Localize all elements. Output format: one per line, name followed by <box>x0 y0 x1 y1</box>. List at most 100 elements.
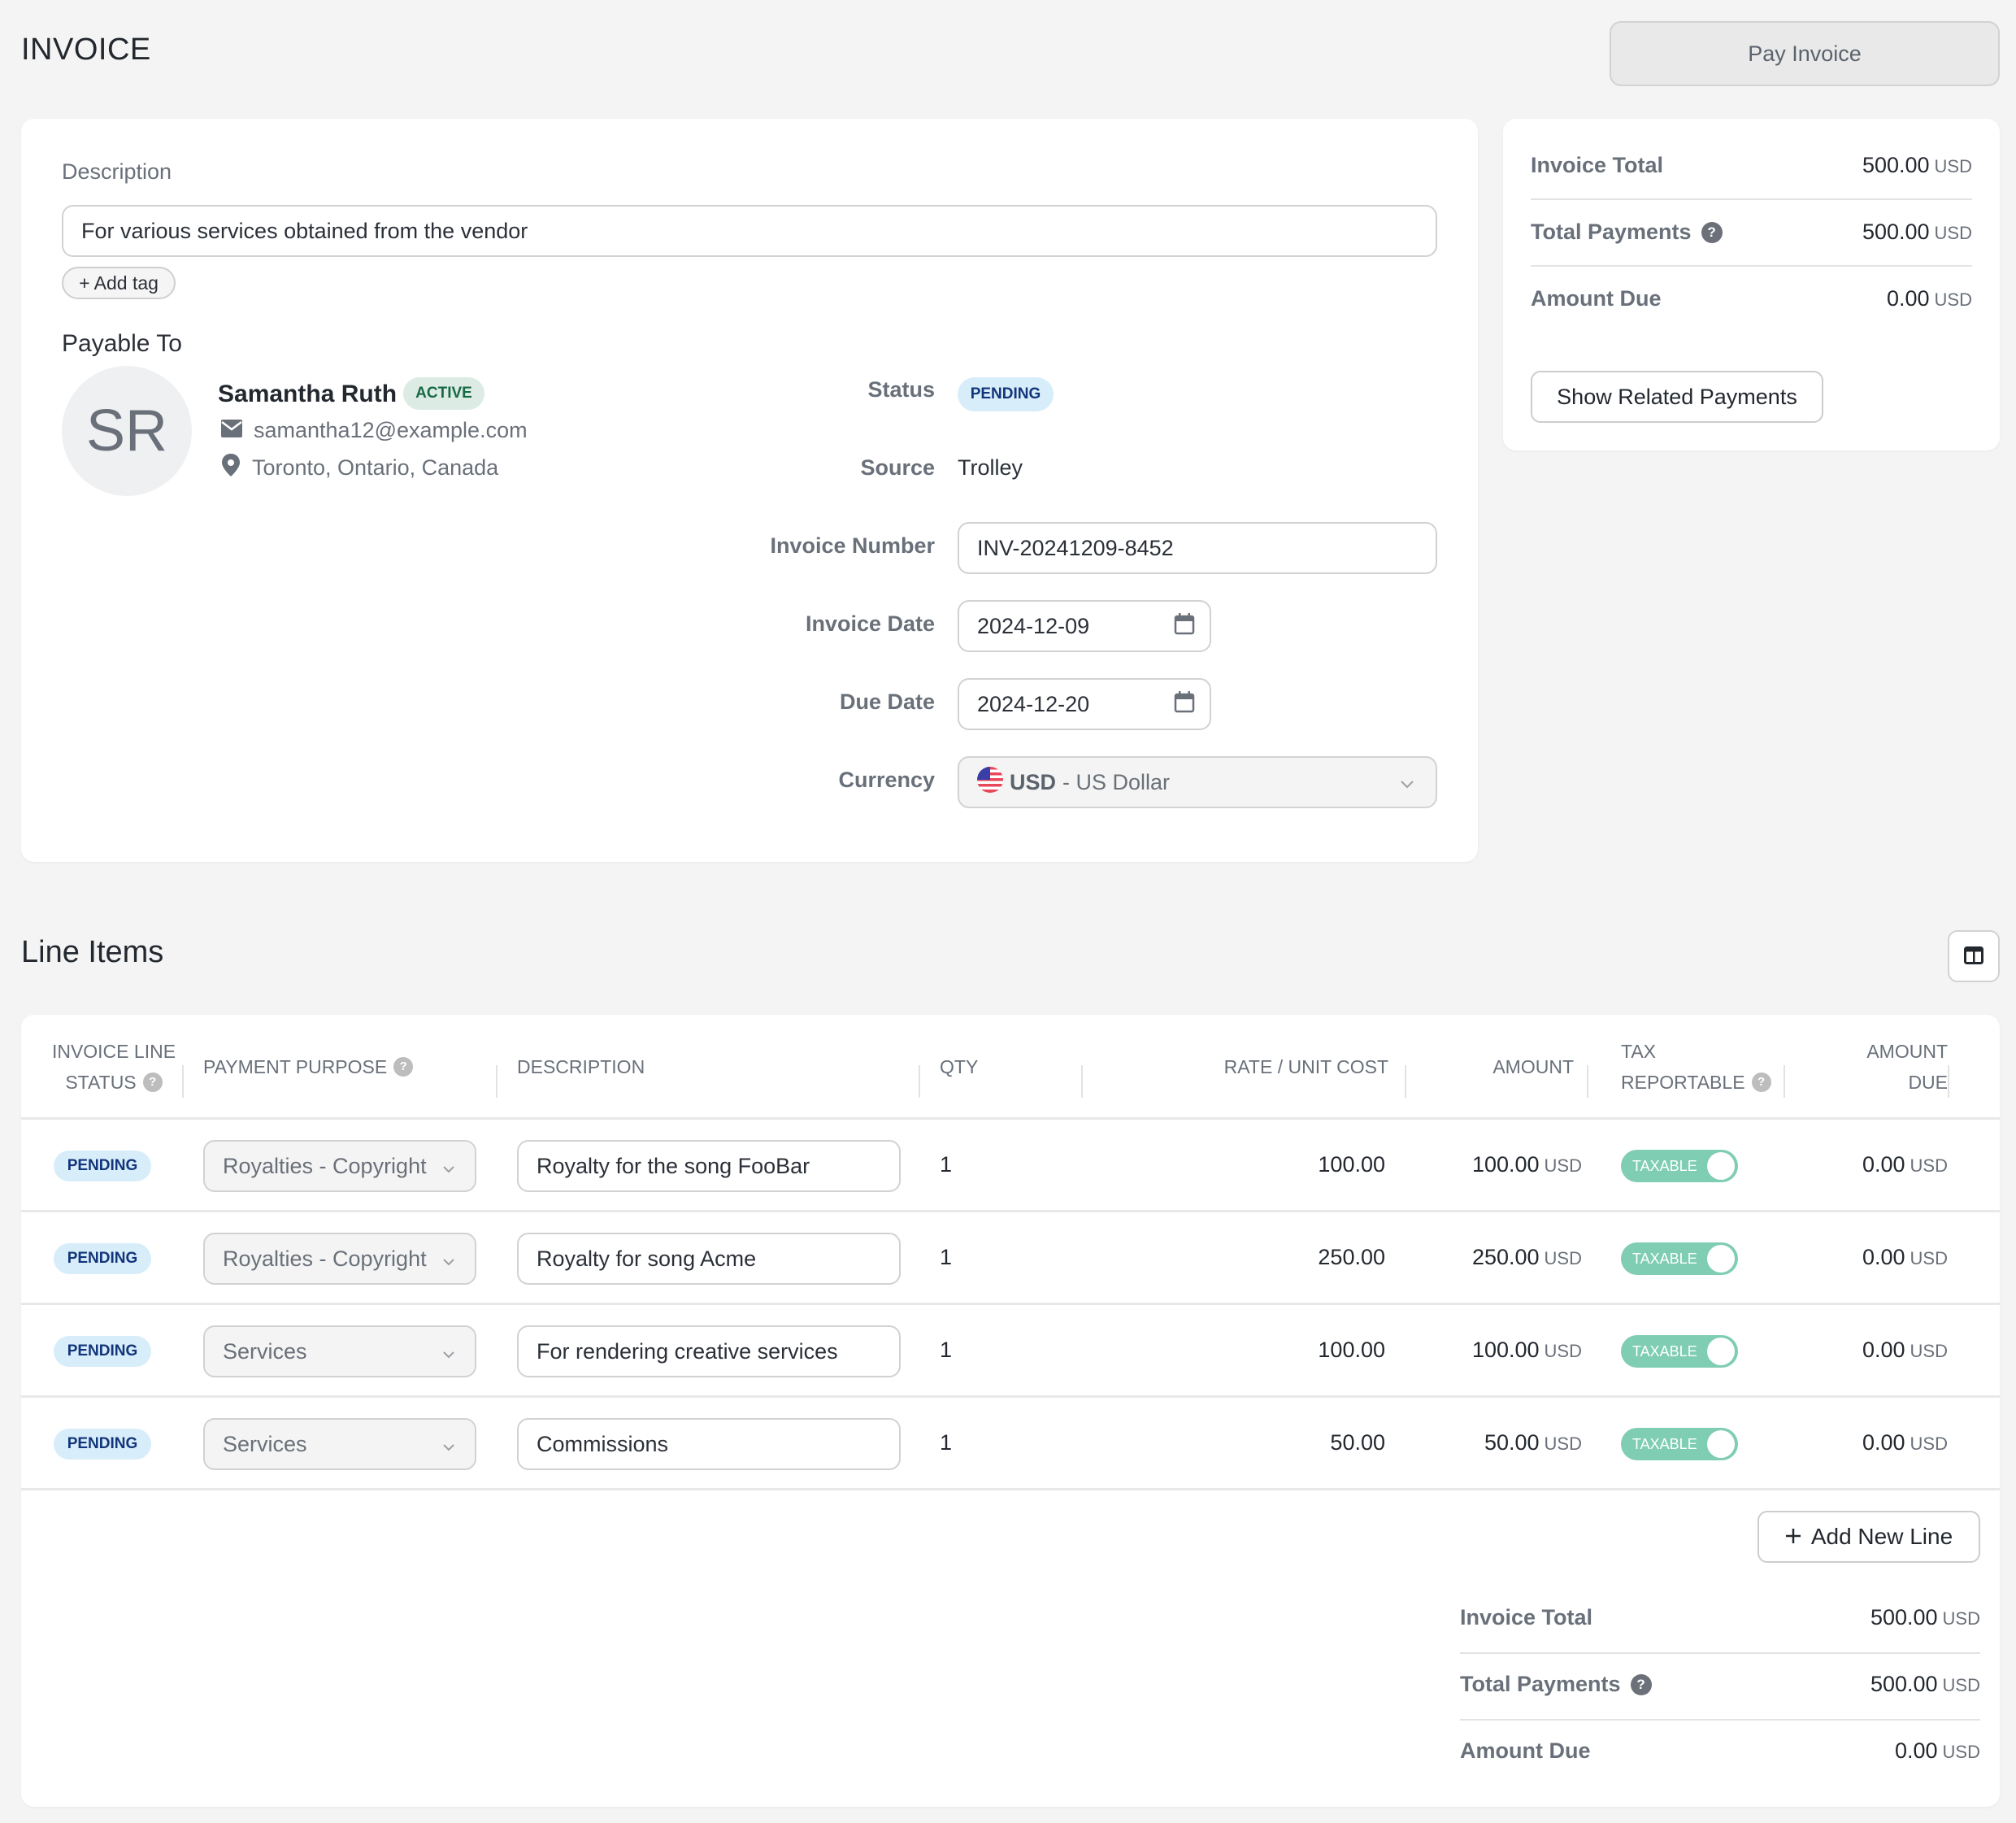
tax-reportable-toggle[interactable]: TAXABLE <box>1621 1150 1738 1182</box>
chevron-down-icon <box>1400 770 1414 795</box>
payee-location: Toronto, Ontario, Canada <box>252 455 499 480</box>
toggle-knob <box>1707 1152 1735 1180</box>
payment-purpose-select[interactable]: Royalties - Copyright <box>203 1233 476 1285</box>
line-amount: 100.00 USD <box>1471 1152 1582 1177</box>
toggle-label: TAXABLE <box>1632 1157 1697 1174</box>
column-header-status[interactable]: INVOICE LINE STATUS? <box>42 1036 185 1098</box>
calendar-icon[interactable] <box>1174 612 1195 641</box>
line-description-input[interactable]: Commissions <box>517 1418 901 1470</box>
payment-purpose-select[interactable]: Services <box>203 1325 476 1377</box>
currency-name: - US Dollar <box>1062 769 1171 794</box>
total-payments-value: 500.00 <box>1870 1672 1938 1696</box>
columns-icon <box>1964 946 1983 967</box>
show-related-payments-button[interactable]: Show Related Payments <box>1531 371 1823 423</box>
currency-unit: USD <box>1934 223 1972 243</box>
invoice-status-badge: PENDING <box>958 377 1054 411</box>
help-icon[interactable]: ? <box>142 1072 163 1092</box>
divider <box>1460 1652 1980 1654</box>
column-header-amount[interactable]: AMOUNT <box>1426 1051 1574 1082</box>
currency-select[interactable]: USD - US Dollar <box>958 756 1437 808</box>
column-header-tax[interactable]: TAX REPORTABLE? <box>1621 1036 1771 1098</box>
total-payments-label: Total Payments <box>1531 220 1692 244</box>
toggle-label: TAXABLE <box>1632 1435 1697 1452</box>
column-header-amount-due[interactable]: AMOUNT DUE <box>1801 1036 1948 1098</box>
us-flag-icon <box>977 766 1003 798</box>
currency-unit: USD <box>1942 1608 1980 1629</box>
payee-name: Samantha Ruth <box>218 381 398 407</box>
invoice-summary-card: Invoice Total 500.00 USD Total Payments? … <box>1503 119 2000 450</box>
payee-email: samantha12@example.com <box>254 418 528 442</box>
columns-toggle-button[interactable] <box>1948 930 2000 982</box>
add-new-line-label: Add New Line <box>1810 1524 1953 1549</box>
summary-total-payments: Total Payments? 500.00 USD <box>1531 220 1972 245</box>
payment-purpose-value: Royalties - Copyright <box>223 1153 427 1178</box>
invoice-number-input[interactable]: INV-20241209-8452 <box>958 522 1437 574</box>
line-amount-due: 0.00 USD <box>1862 1430 1948 1455</box>
column-header-purpose[interactable]: PAYMENT PURPOSE? <box>203 1051 414 1082</box>
column-header-qty[interactable]: QTY <box>940 1051 978 1082</box>
line-qty: 1 <box>940 1245 953 1269</box>
tax-reportable-toggle[interactable]: TAXABLE <box>1621 1335 1738 1368</box>
divider <box>1531 265 1972 267</box>
source-label: Source <box>860 455 935 480</box>
column-separator <box>1081 1065 1083 1098</box>
invoice-date-label: Invoice Date <box>805 611 935 636</box>
add-tag-button[interactable]: + Add tag <box>62 267 176 299</box>
payment-purpose-select[interactable]: Royalties - Copyright <box>203 1140 476 1192</box>
invoice-total-label: Invoice Total <box>1531 153 1664 177</box>
payable-to-label: Payable To <box>62 330 182 357</box>
invoice-number-value: INV-20241209-8452 <box>977 535 1174 560</box>
line-rate: 50.00 <box>1330 1430 1385 1455</box>
currency-selected: USD - US Dollar <box>977 766 1171 798</box>
avatar: SR <box>62 366 192 496</box>
column-separator <box>1405 1065 1406 1098</box>
line-status-badge: PENDING <box>54 1151 151 1181</box>
payment-purpose-value: Royalties - Copyright <box>223 1246 427 1271</box>
payment-purpose-select[interactable]: Services <box>203 1418 476 1470</box>
invoice-date-input[interactable]: 2024-12-09 <box>958 600 1211 652</box>
amount-due-value: 0.00 <box>1894 1738 1938 1763</box>
column-separator <box>496 1065 497 1098</box>
line-amount-due: 0.00 USD <box>1862 1338 1948 1362</box>
help-icon[interactable]: ? <box>1630 1673 1652 1695</box>
envelope-icon <box>221 418 242 443</box>
description-label: Description <box>62 159 172 184</box>
line-items-table: INVOICE LINE STATUS? PAYMENT PURPOSE? DE… <box>21 1015 2000 1807</box>
help-icon[interactable]: ? <box>1751 1072 1771 1092</box>
line-description-input[interactable]: Royalty for the song FooBar <box>517 1140 901 1192</box>
help-icon[interactable]: ? <box>1701 221 1723 243</box>
chevron-down-icon <box>442 1432 455 1457</box>
column-separator <box>1587 1065 1588 1098</box>
line-amount: 50.00 USD <box>1484 1430 1582 1455</box>
description-input[interactable]: For various services obtained from the v… <box>62 205 1437 257</box>
tax-reportable-toggle[interactable]: TAXABLE <box>1621 1242 1738 1275</box>
payee-location-row: Toronto, Ontario, Canada <box>221 454 498 482</box>
toggle-label: TAXABLE <box>1632 1342 1697 1360</box>
line-amount-due: 0.00 USD <box>1862 1152 1948 1177</box>
toggle-knob <box>1707 1245 1735 1273</box>
pay-invoice-button[interactable]: Pay Invoice <box>1610 21 2000 86</box>
due-date-input[interactable]: 2024-12-20 <box>958 678 1211 730</box>
summary-amount-due: Amount Due 0.00 USD <box>1531 286 1972 311</box>
column-header-rate[interactable]: RATE / UNIT COST <box>1102 1051 1388 1082</box>
line-amount-due: 0.00 USD <box>1862 1245 1948 1269</box>
table-row: PENDING Royalties - Copyright Royalty for … <box>21 1212 2000 1305</box>
column-header-description[interactable]: DESCRIPTION <box>517 1051 645 1082</box>
tax-reportable-toggle[interactable]: TAXABLE <box>1621 1428 1738 1460</box>
status-label: Status <box>867 377 935 402</box>
totals-total-payments: Total Payments? 500.00 USD <box>1460 1672 1980 1697</box>
help-icon[interactable]: ? <box>393 1057 414 1077</box>
payee-status-badge: ACTIVE <box>403 377 484 410</box>
plus-icon <box>1785 1524 1801 1550</box>
column-separator <box>1948 1065 1949 1098</box>
line-description-input[interactable]: For rendering creative services <box>517 1325 901 1377</box>
line-rate: 250.00 <box>1318 1245 1385 1269</box>
calendar-icon[interactable] <box>1174 690 1195 719</box>
line-qty: 1 <box>940 1152 953 1177</box>
add-new-line-button[interactable]: Add New Line <box>1757 1511 1980 1563</box>
divider <box>1460 1719 1980 1721</box>
currency-unit: USD <box>1934 156 1972 176</box>
line-amount: 250.00 USD <box>1471 1245 1582 1269</box>
line-qty: 1 <box>940 1430 953 1455</box>
line-description-input[interactable]: Royalty for song Acme <box>517 1233 901 1285</box>
